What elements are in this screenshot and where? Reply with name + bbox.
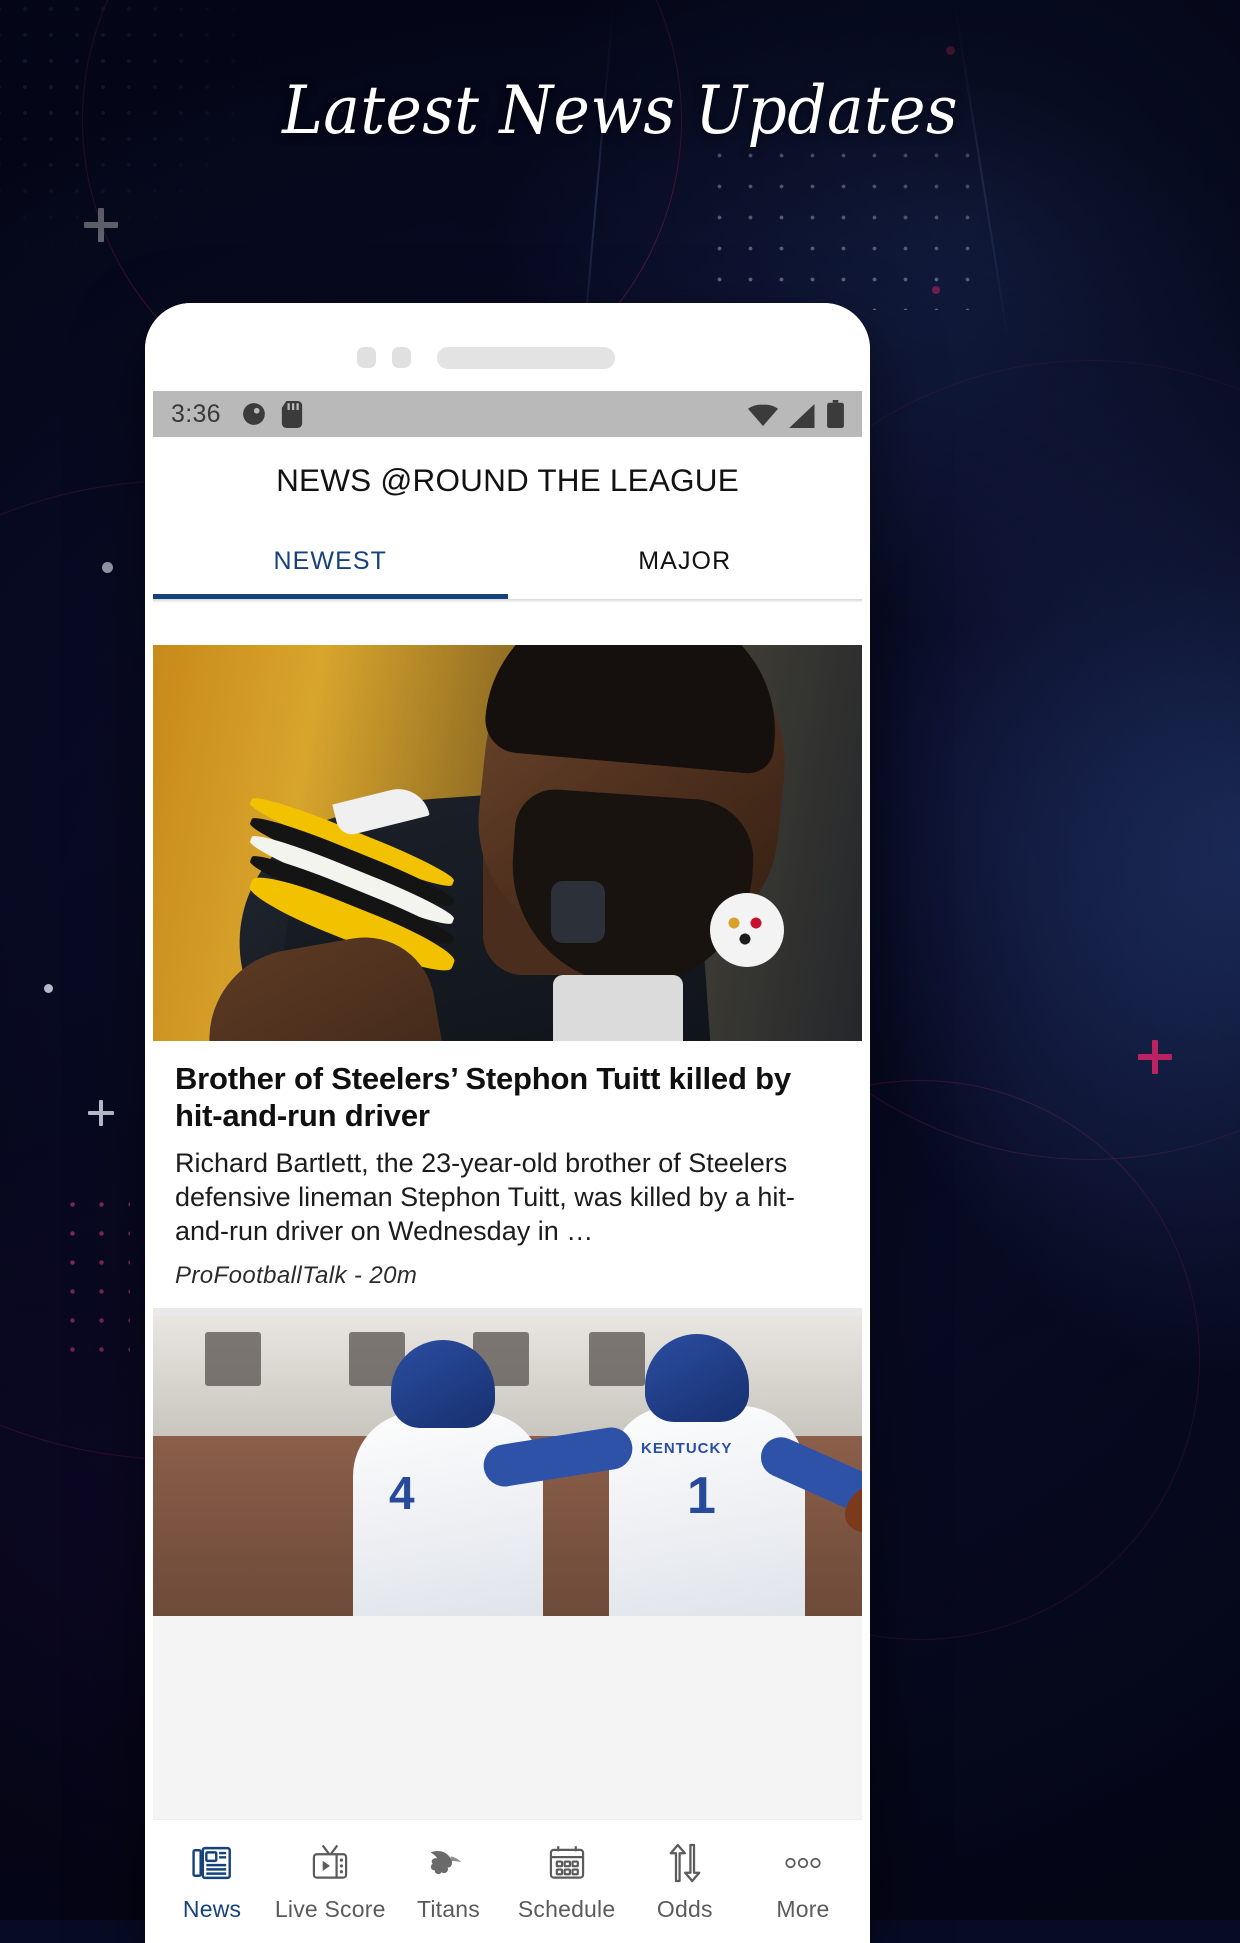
bottom-navigation-bar[interactable]: News Live Score Titans Schedule Odds Mor… (153, 1819, 862, 1943)
article-title[interactable]: Brother of Steelers’ Stephon Tuitt kille… (175, 1061, 840, 1134)
status-bar-right-icons (748, 400, 844, 428)
nav-item-live-score[interactable]: Live Score (271, 1840, 389, 1923)
article-image-steelers[interactable] (153, 645, 862, 1041)
phone-mockup: 3:36 NEWS @ROUND THE LEAGUE NEWEST MAJOR… (145, 303, 870, 1943)
article-image-kentucky[interactable]: 4 KENTUCKY 1 (153, 1316, 862, 1617)
nav-label-odds: Odds (656, 1896, 713, 1922)
feed-divider (153, 1308, 862, 1317)
nav-item-schedule[interactable]: Schedule (508, 1840, 626, 1923)
newspaper-icon (192, 1840, 232, 1886)
wifi-icon (748, 404, 778, 426)
titans-logo-icon (428, 1840, 468, 1886)
nav-label-titans: Titans (416, 1896, 480, 1922)
nav-label-schedule: Schedule (517, 1896, 616, 1922)
arrows-up-down-icon (667, 1840, 703, 1886)
tab-newest[interactable]: NEWEST (153, 523, 508, 599)
tab-major[interactable]: MAJOR (508, 523, 863, 599)
nav-label-live-score: Live Score (274, 1896, 386, 1922)
tab-bar[interactable]: NEWEST MAJOR (153, 523, 862, 599)
nav-item-odds[interactable]: Odds (626, 1840, 744, 1923)
nav-label-news: News (182, 1896, 242, 1922)
tab-newest-label: NEWEST (273, 546, 388, 575)
status-bar: 3:36 (153, 391, 862, 437)
news-feed[interactable]: Brother of Steelers’ Stephon Tuitt kille… (153, 645, 862, 1819)
tab-active-indicator (153, 594, 508, 599)
front-camera-icon (357, 347, 376, 368)
sd-card-icon (281, 400, 302, 428)
ellipsis-icon (783, 1840, 823, 1886)
article-card[interactable]: 4 KENTUCKY 1 (153, 1316, 862, 1617)
tab-bar-shadow (153, 599, 862, 603)
calendar-icon (548, 1840, 586, 1886)
cellular-signal-icon (789, 404, 815, 428)
speaker-grill (437, 347, 615, 369)
battery-icon (827, 400, 844, 428)
status-bar-left-icons (241, 400, 303, 428)
nav-item-news[interactable]: News (153, 1840, 271, 1923)
app-bar-title: NEWS @ROUND THE LEAGUE (276, 462, 739, 499)
sensor-icon (392, 347, 411, 368)
nav-item-more[interactable]: More (744, 1840, 862, 1923)
tab-major-label: MAJOR (638, 546, 732, 575)
tv-play-icon (311, 1840, 349, 1886)
nav-label-more: More (776, 1896, 830, 1922)
article-card[interactable]: Brother of Steelers’ Stephon Tuitt kille… (153, 645, 862, 1309)
app-bar-title-text: NEWS @ROUND THE LEAGUE (276, 461, 739, 498)
app-bar: NEWS @ROUND THE LEAGUE (153, 437, 862, 523)
article-body: Brother of Steelers’ Stephon Tuitt kille… (153, 1041, 862, 1308)
page-title: Latest News Updates (282, 72, 958, 149)
phone-screen: 3:36 NEWS @ROUND THE LEAGUE NEWEST MAJOR… (153, 391, 862, 1943)
do-not-disturb-icon (243, 403, 265, 425)
article-source: ProFootballTalk - 20m (175, 1262, 418, 1290)
phone-top-bezel (145, 303, 870, 391)
article-description: Richard Bartlett, the 23-year-old brothe… (175, 1148, 795, 1247)
status-bar-time: 3:36 (171, 399, 221, 428)
nav-item-titans[interactable]: Titans (389, 1840, 507, 1923)
